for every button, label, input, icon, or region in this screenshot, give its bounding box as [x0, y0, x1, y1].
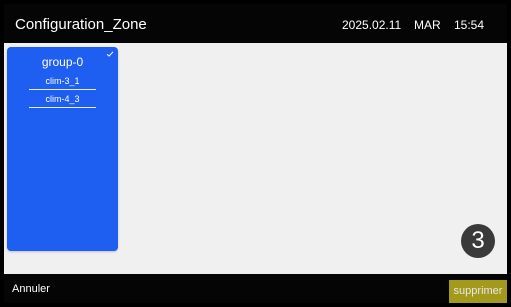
- header-bar: Configuration_Zone 2025.02.11 MAR 15:54: [4, 4, 507, 43]
- page-title: Configuration_Zone: [15, 16, 147, 33]
- delete-button[interactable]: supprimer: [449, 280, 507, 303]
- group-card-0[interactable]: group-0 clim-3_1 clim-4_3: [7, 47, 118, 251]
- date-display: 2025.02.11: [342, 18, 402, 32]
- screen: Configuration_Zone 2025.02.11 MAR 15:54 …: [0, 0, 511, 307]
- zone-area: group-0 clim-3_1 clim-4_3 3: [4, 43, 507, 274]
- group-name: group-0: [41, 55, 84, 69]
- group-member-item[interactable]: clim-3_1: [29, 76, 96, 90]
- time-display: 15:54: [454, 18, 485, 32]
- group-member-item[interactable]: clim-4_3: [29, 94, 96, 108]
- footer-bar: Annuler supprimer: [4, 274, 507, 303]
- cancel-button[interactable]: Annuler: [12, 282, 50, 296]
- step-number-badge: 3: [461, 224, 495, 258]
- day-display: MAR: [414, 18, 441, 32]
